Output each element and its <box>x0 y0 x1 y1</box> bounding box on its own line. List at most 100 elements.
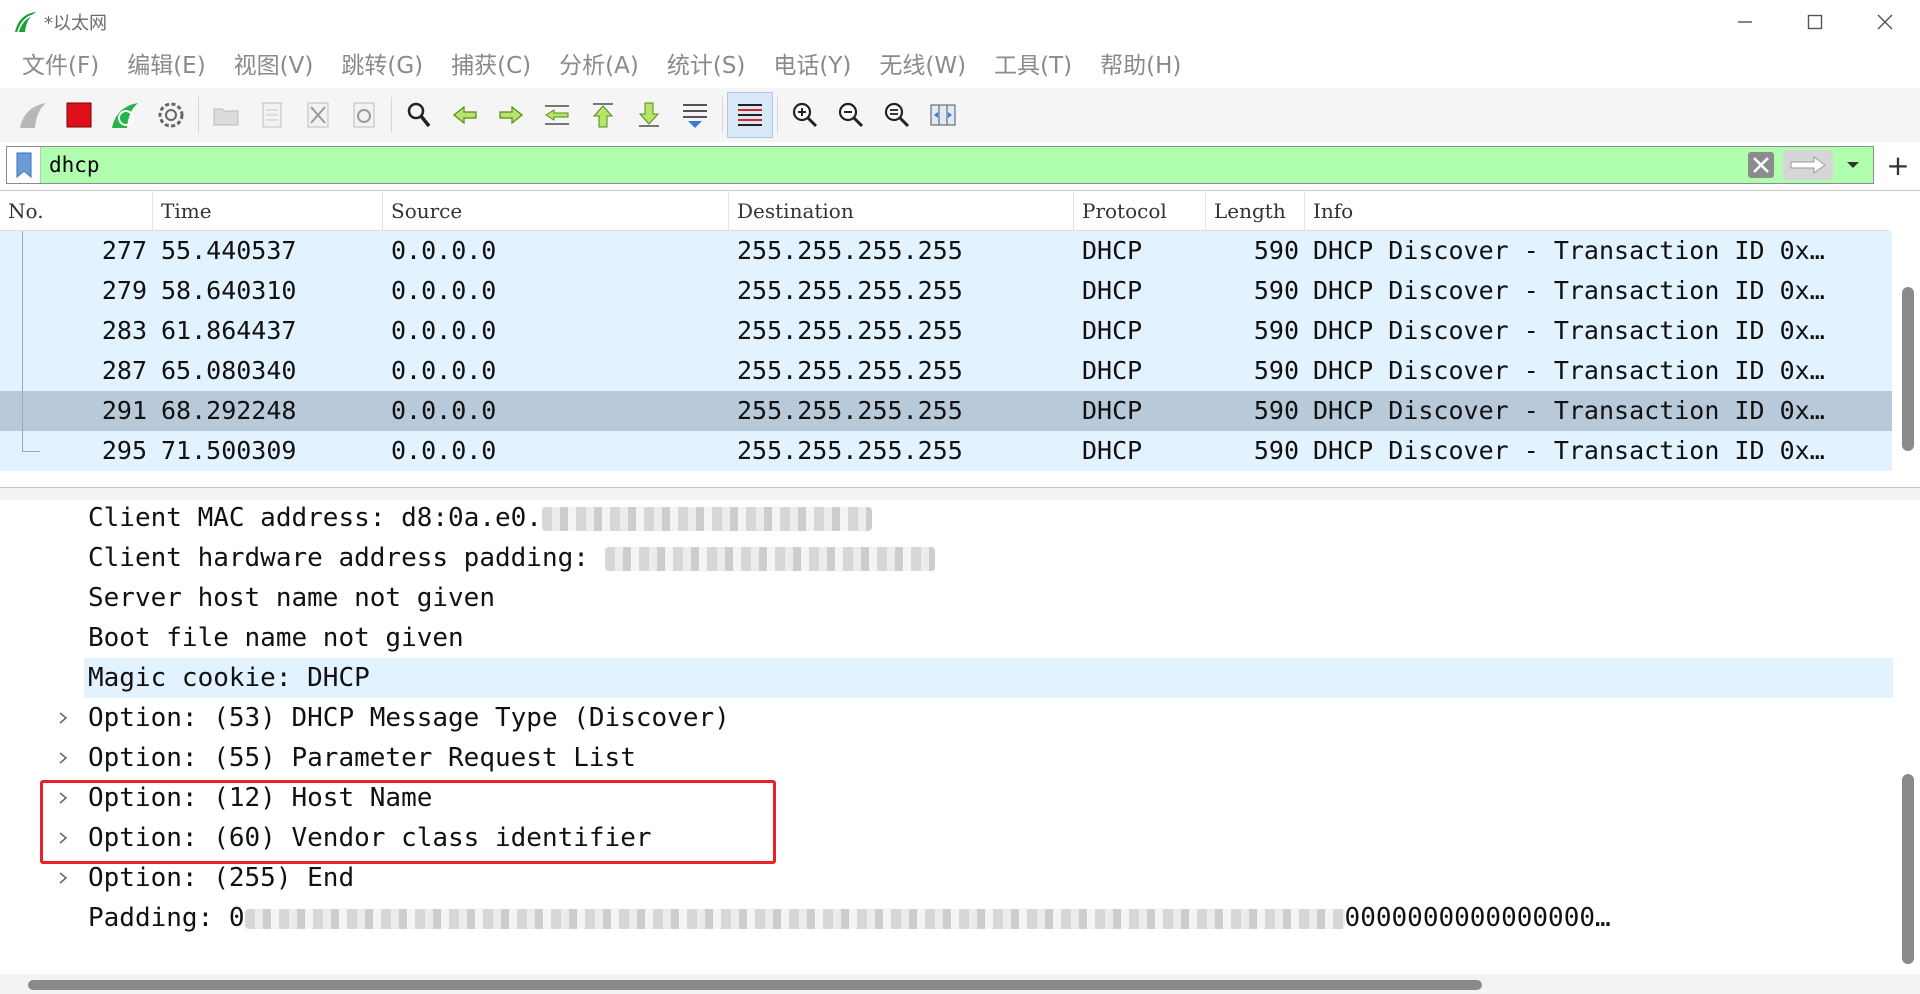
go-forward-button[interactable] <box>488 92 534 138</box>
capture-options-button[interactable] <box>148 92 194 138</box>
filter-history-dropdown[interactable] <box>1833 147 1873 183</box>
open-file-button[interactable] <box>203 92 249 138</box>
menu-go[interactable]: 跳转(G) <box>327 44 437 88</box>
stop-capture-button[interactable] <box>56 92 102 138</box>
column-header-length[interactable]: Length <box>1206 191 1305 231</box>
packet-list-header: No. Time Source Destination Protocol Len… <box>0 191 1890 231</box>
menu-statistics[interactable]: 统计(S) <box>653 44 760 88</box>
column-header-time[interactable]: Time <box>153 191 383 231</box>
resize-columns-icon <box>930 104 956 126</box>
menu-wireless[interactable]: 无线(W) <box>865 44 980 88</box>
column-header-protocol[interactable]: Protocol <box>1074 191 1206 231</box>
packet-row[interactable]: 277 55.440537 0.0.0.0 255.255.255.255 DH… <box>0 231 1892 271</box>
window-title: *以太网 <box>44 13 107 34</box>
menu-edit[interactable]: 编辑(E) <box>113 44 219 88</box>
reload-file-button[interactable] <box>341 92 387 138</box>
column-header-source[interactable]: Source <box>383 191 729 231</box>
packet-list-scrollbar[interactable] <box>1902 287 1914 451</box>
close-window-button[interactable] <box>1850 0 1920 44</box>
details-scrollbar[interactable] <box>1902 774 1914 964</box>
menu-tools[interactable]: 工具(T) <box>980 44 1086 88</box>
close-file-icon <box>307 102 329 128</box>
packet-row-selected[interactable]: 291 68.292248 0.0.0.0 255.255.255.255 DH… <box>0 391 1892 431</box>
packet-info: DHCP Discover - Transaction ID 0x… <box>1313 236 1825 265</box>
detail-magic-cookie[interactable]: Magic cookie: DHCP <box>84 658 1893 698</box>
chevron-right-icon[interactable] <box>56 711 70 725</box>
restart-capture-button[interactable] <box>102 92 148 138</box>
detail-client-mac[interactable]: Client MAC address: d8:0a.e0. <box>0 500 1893 538</box>
go-last-packet-button[interactable] <box>626 92 672 138</box>
detail-option-53[interactable]: Option: (53) DHCP Message Type (Discover… <box>0 698 1893 738</box>
menu-help[interactable]: 帮助(H) <box>1086 44 1195 88</box>
packet-info: DHCP Discover - Transaction ID 0x… <box>1313 396 1825 425</box>
start-capture-button[interactable] <box>10 92 56 138</box>
close-icon <box>1877 14 1893 30</box>
menu-file[interactable]: 文件(F) <box>8 44 113 88</box>
packet-info: DHCP Discover - Transaction ID 0x… <box>1313 276 1825 305</box>
magnifier-icon <box>407 102 431 128</box>
packet-protocol: DHCP <box>1082 356 1143 385</box>
add-filter-button-icon[interactable]: + <box>1878 146 1918 184</box>
colorize-button[interactable] <box>727 92 773 138</box>
packet-destination: 255.255.255.255 <box>737 236 963 265</box>
menu-view[interactable]: 视图(V) <box>220 44 328 88</box>
packet-time: 55.440537 <box>161 236 297 265</box>
minimize-button[interactable] <box>1710 0 1780 44</box>
arrow-right-icon <box>1790 156 1826 174</box>
go-to-packet-button[interactable] <box>534 92 580 138</box>
zoom-reset-button[interactable] <box>874 92 920 138</box>
chevron-right-icon[interactable] <box>56 751 70 765</box>
go-first-packet-button[interactable] <box>580 92 626 138</box>
detail-label: Client hardware address padding: <box>88 543 935 573</box>
packet-row[interactable]: 279 58.640310 0.0.0.0 255.255.255.255 DH… <box>0 271 1892 311</box>
find-packet-button[interactable] <box>396 92 442 138</box>
packet-time: 58.640310 <box>161 276 297 305</box>
toolbar-separator <box>391 97 392 133</box>
zoom-in-button[interactable] <box>782 92 828 138</box>
packet-time: 61.864437 <box>161 316 297 345</box>
packet-row[interactable]: 283 61.864437 0.0.0.0 255.255.255.255 DH… <box>0 311 1892 351</box>
conversation-tree-line <box>22 271 23 311</box>
display-filter-input[interactable] <box>41 147 1745 183</box>
detail-label: Option: (53) DHCP Message Type (Discover… <box>88 703 730 733</box>
pane-splitter[interactable] <box>0 488 1920 500</box>
detail-boot-file[interactable]: Boot file name not given <box>0 618 1893 658</box>
packet-protocol: DHCP <box>1082 436 1143 465</box>
packet-list-pane: No. Time Source Destination Protocol Len… <box>0 190 1920 488</box>
column-header-info[interactable]: Info <box>1305 191 1890 231</box>
menu-telephony[interactable]: 电话(Y) <box>759 44 865 88</box>
apply-filter-button[interactable] <box>1783 150 1833 180</box>
close-file-button[interactable] <box>295 92 341 138</box>
document-icon <box>262 102 282 128</box>
zoom-out-button[interactable] <box>828 92 874 138</box>
menu-capture[interactable]: 捕获(C) <box>437 44 545 88</box>
auto-scroll-button[interactable] <box>672 92 718 138</box>
detail-label: Option: (55) Parameter Request List <box>88 743 636 773</box>
go-back-button[interactable] <box>442 92 488 138</box>
display-filter-field <box>6 146 1874 184</box>
filter-bookmark-button[interactable] <box>7 147 41 183</box>
horizontal-scrollbar-thumb[interactable] <box>28 980 1482 990</box>
maximize-button[interactable] <box>1780 0 1850 44</box>
packet-info: DHCP Discover - Transaction ID 0x… <box>1313 356 1825 385</box>
column-header-destination[interactable]: Destination <box>729 191 1074 231</box>
packet-no: 287 <box>0 351 153 391</box>
clear-filter-button[interactable] <box>1745 149 1777 181</box>
goto-packet-icon <box>545 105 569 125</box>
toolbar-separator <box>198 97 199 133</box>
detail-option-55[interactable]: Option: (55) Parameter Request List <box>0 738 1893 778</box>
detail-option-255[interactable]: Option: (255) End <box>0 858 1893 898</box>
detail-padding[interactable]: Padding: 0 0000000000000000… <box>0 898 1893 938</box>
menu-analyze[interactable]: 分析(A) <box>545 44 653 88</box>
packet-length: 590 <box>1253 236 1299 265</box>
resize-columns-button[interactable] <box>920 92 966 138</box>
detail-server-host[interactable]: Server host name not given <box>0 578 1893 618</box>
packet-row[interactable]: 295 71.500309 0.0.0.0 255.255.255.255 DH… <box>0 431 1892 471</box>
save-file-button[interactable] <box>249 92 295 138</box>
column-header-no[interactable]: No. <box>0 191 153 231</box>
horizontal-scrollbar-track <box>0 974 1920 994</box>
chevron-right-icon[interactable] <box>56 871 70 885</box>
packet-row[interactable]: 287 65.080340 0.0.0.0 255.255.255.255 DH… <box>0 351 1892 391</box>
display-filter-bar: + <box>0 146 1920 186</box>
detail-client-hw-padding[interactable]: Client hardware address padding: <box>0 538 1893 578</box>
